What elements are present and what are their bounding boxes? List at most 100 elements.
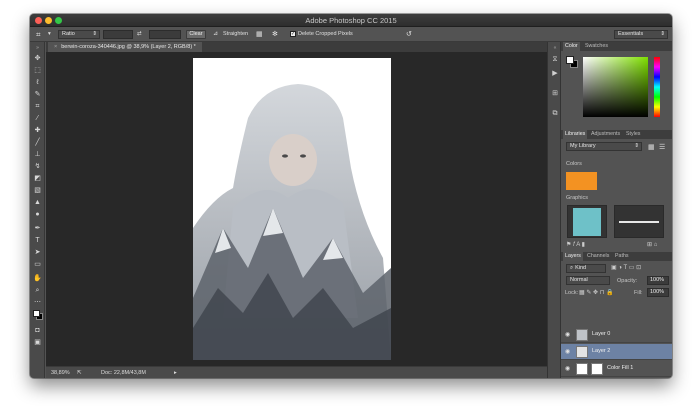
tools-panel: » ✥ ⬚ ℓ ✎ ⌗ ⁄ ✚ ╱ ⊥ ↯ ◩ ▧ ▲ ● ✒ T ➤ ▭ ✋ …	[30, 42, 45, 378]
zoom-icon[interactable]: ⌕	[33, 286, 42, 295]
ratio-select-value: Ratio	[62, 31, 75, 37]
stepper-icon: ⇕	[660, 31, 665, 37]
tab-color[interactable]: Color	[563, 42, 580, 51]
lasso-icon[interactable]: ℓ	[33, 78, 42, 87]
blend-mode-value: Normal	[570, 277, 588, 283]
chevron-down-icon[interactable]: ▾	[48, 30, 51, 39]
foreground-color-swatch[interactable]	[33, 310, 40, 317]
layer-name: Layer 0	[592, 331, 611, 337]
photoshop-window: Adobe Photoshop CC 2015 ⌗ ▾ Ratio ⇕ ⇄ Cle…	[30, 14, 672, 378]
library-footer-icons[interactable]: ⚑ 𝑓 A ▮	[566, 241, 585, 249]
blur-icon[interactable]: ▲	[33, 198, 42, 207]
blend-mode-select[interactable]: Normal	[566, 276, 610, 285]
path-select-icon[interactable]: ➤	[33, 248, 42, 257]
graphic-teal-square	[573, 208, 601, 236]
dock-collapse-icon[interactable]: «	[551, 44, 559, 52]
history-panel-icon[interactable]: ⧖	[551, 56, 559, 64]
document-tab-bar: × berwin-coroza-340446.jpg @ 38,9% (Layer…	[46, 42, 547, 52]
reset-icon[interactable]: ↺	[406, 30, 412, 39]
stamp-icon[interactable]: ⊥	[33, 150, 42, 159]
delete-cropped-label: Delete Cropped Pixels	[298, 31, 353, 37]
clear-button[interactable]: Clear	[186, 30, 206, 39]
grid-view-icon[interactable]: ▦	[648, 143, 655, 151]
tab-swatches[interactable]: Swatches	[583, 42, 610, 51]
fill-label: Fill:	[634, 290, 643, 296]
graphic-line	[619, 221, 659, 223]
actions-panel-icon[interactable]: ▶	[551, 70, 559, 78]
search-icon: ⌕	[570, 265, 574, 271]
layer-filter-icons[interactable]: ▣ ◑ T ▭ ⊡	[611, 264, 641, 271]
layer-row-color-fill-1[interactable]: ◉ Color Fill 1	[561, 361, 672, 377]
hand-icon[interactable]: ✋	[33, 274, 42, 283]
document-image[interactable]	[193, 58, 391, 360]
tab-adjustments[interactable]: Adjustments	[589, 130, 622, 139]
ratio-select[interactable]: Ratio ⇕	[58, 30, 100, 39]
library-graphic-1[interactable]	[567, 205, 607, 238]
layer-filter-select[interactable]: ⌕ Kind	[566, 264, 606, 273]
type-icon[interactable]: T	[33, 236, 42, 245]
tab-channels[interactable]: Channels	[585, 252, 611, 261]
straighten-label[interactable]: Straighten	[223, 30, 248, 39]
opacity-field[interactable]: 100%	[647, 276, 669, 285]
quick-select-icon[interactable]: ✎	[33, 90, 42, 99]
color-foreground-swatch[interactable]	[566, 56, 574, 64]
eye-icon[interactable]: ◉	[565, 331, 570, 338]
tab-layers[interactable]: Layers	[563, 252, 583, 261]
marquee-icon[interactable]: ⬚	[33, 66, 42, 75]
color-picker-field[interactable]	[583, 57, 648, 117]
document-tab[interactable]: × berwin-coroza-340446.jpg @ 38,9% (Layer…	[48, 42, 202, 52]
gradient-icon[interactable]: ▧	[33, 186, 42, 195]
lock-icons[interactable]: ▦ ✎ ✥ ⊓ 🔒	[579, 289, 614, 296]
canvas-area[interactable]	[46, 52, 547, 366]
width-field[interactable]	[103, 30, 133, 39]
double-exposure-photo	[193, 58, 391, 360]
swap-icon[interactable]: ⇄	[137, 30, 142, 39]
shape-icon[interactable]: ▭	[33, 260, 42, 269]
library-graphic-2[interactable]	[614, 205, 664, 238]
zoom-level[interactable]: 38,89%	[51, 369, 70, 377]
library-select[interactable]: My Library ⇕	[566, 142, 642, 151]
eye-icon[interactable]: ◉	[565, 365, 570, 372]
right-panels: Color Swatches Libraries Adjustments Sty…	[561, 42, 672, 378]
hue-slider[interactable]	[654, 57, 660, 117]
tab-paths[interactable]: Paths	[613, 252, 631, 261]
gear-icon[interactable]: ✻	[272, 30, 278, 39]
list-view-icon[interactable]: ☰	[659, 143, 665, 151]
move-icon[interactable]: ✥	[33, 54, 42, 63]
fill-field[interactable]: 100%	[647, 288, 669, 297]
eye-icon[interactable]: ◉	[565, 348, 570, 355]
status-menu-icon[interactable]: ▸	[174, 369, 177, 377]
more-tools-icon[interactable]: ⋯	[33, 298, 42, 307]
height-field[interactable]	[149, 30, 181, 39]
workspace-select[interactable]: Essentials ⇕	[614, 30, 668, 39]
properties-panel-icon[interactable]: ⊞	[551, 90, 559, 98]
tab-libraries[interactable]: Libraries	[563, 130, 588, 139]
export-icon[interactable]: ⇱	[77, 369, 82, 377]
dodge-icon[interactable]: ●	[33, 210, 42, 219]
layer-row-layer-2[interactable]: ◉ Layer 2	[561, 344, 672, 360]
close-icon[interactable]: ×	[54, 44, 57, 50]
eraser-icon[interactable]: ◩	[33, 174, 42, 183]
straighten-icon[interactable]: ⊿	[213, 30, 218, 39]
layer-row-layer-0[interactable]: ◉ Layer 0	[561, 327, 672, 343]
title-bar: Adobe Photoshop CC 2015	[30, 14, 672, 27]
library-color-swatch[interactable]	[566, 172, 597, 190]
layer-mask-thumbnail	[591, 363, 603, 375]
tab-styles[interactable]: Styles	[624, 130, 642, 139]
workspace-value: Essentials	[618, 31, 644, 37]
history-brush-icon[interactable]: ↯	[33, 162, 42, 171]
color-panel-tabs: Color Swatches	[561, 42, 672, 51]
info-panel-icon[interactable]: ⧉	[551, 110, 559, 118]
quick-mask-icon[interactable]: ◘	[33, 326, 42, 335]
screen-mode-icon[interactable]: ▣	[33, 338, 42, 347]
healing-icon[interactable]: ✚	[33, 126, 42, 135]
panel-collapse-icon[interactable]: »	[33, 44, 42, 53]
pen-icon[interactable]: ✒	[33, 224, 42, 233]
crop-icon[interactable]: ⌗	[33, 102, 42, 111]
brush-icon[interactable]: ╱	[33, 138, 42, 147]
eyedropper-icon[interactable]: ⁄	[33, 114, 42, 123]
crop-tool-icon[interactable]: ⌗	[36, 30, 41, 39]
library-add-icon[interactable]: ⊞ ⌂	[647, 241, 657, 248]
grid-overlay-icon[interactable]: ▦	[256, 30, 263, 39]
delete-cropped-checkbox[interactable]: ✓	[290, 31, 296, 37]
